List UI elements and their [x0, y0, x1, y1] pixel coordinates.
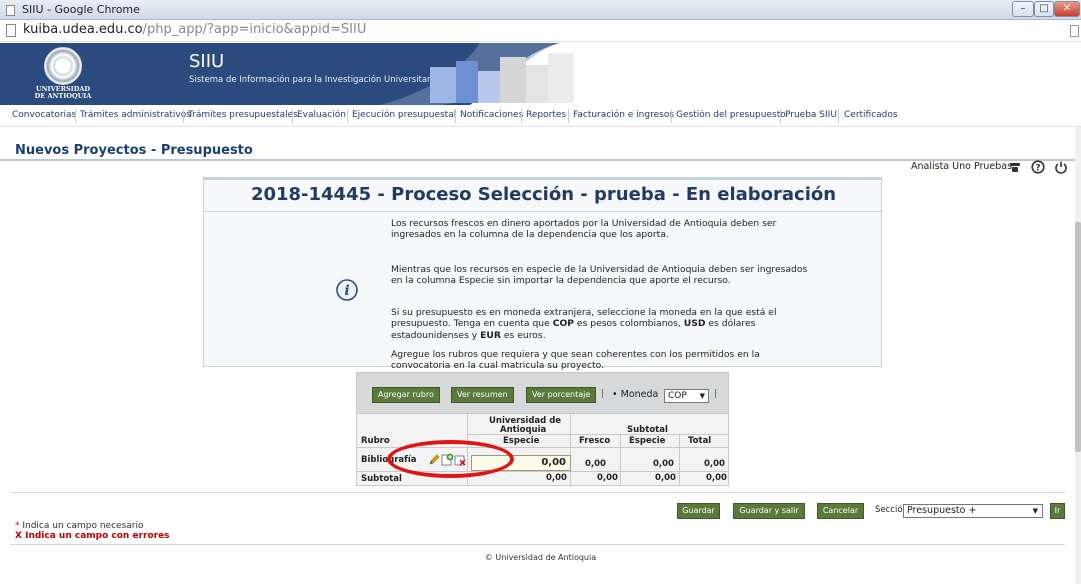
url-text[interactable]: kuiba.udea.edu.co/php_app/?app=inicio&ap…	[23, 22, 366, 37]
especie-subtotal-value: 0,00	[653, 459, 674, 469]
cubes-graphic	[430, 53, 574, 103]
toolbar-separator: |	[601, 389, 605, 399]
help-icon[interactable]: ?	[1031, 160, 1045, 174]
project-heading: 2018-14445 - Proceso Selección - prueba …	[250, 184, 837, 205]
page-scrollbar[interactable]	[1075, 127, 1081, 584]
footer-copyright: © Universidad de Antioquia	[484, 553, 597, 562]
go-button[interactable]: Ir	[1050, 503, 1065, 519]
url-host: kuiba.udea.edu.co	[23, 22, 143, 37]
currency-label: • Moneda	[612, 389, 659, 400]
header-especie: Especie	[503, 436, 540, 446]
dropdown-arrow-icon: ▼	[699, 392, 705, 400]
error-field-note: X Indica un campo con errores	[15, 531, 170, 541]
maximize-button[interactable]: □	[1034, 1, 1054, 17]
highlight-annotation	[387, 440, 514, 478]
subtotal-label: Subtotal	[361, 474, 402, 484]
university-name: UNIVERSIDAD DE ANTIOQUIA	[34, 85, 92, 100]
svg-text:i: i	[344, 283, 349, 299]
save-exit-button[interactable]: Guardar y salir	[733, 503, 805, 519]
menu-item-tramites-presupuestales[interactable]: Trámites presupuestales	[188, 110, 298, 120]
info-paragraph-fresh: Los recursos frescos en dinero aportados…	[391, 218, 777, 241]
required-field-note: * Indica un campo necesario	[15, 521, 144, 531]
university-seal-icon	[44, 47, 82, 85]
view-summary-button[interactable]: Ver resumen	[451, 387, 514, 403]
subtotal-especie-sub: 0,00	[655, 473, 676, 483]
user-role-icon[interactable]	[1008, 160, 1022, 174]
save-button[interactable]: Guardar	[677, 503, 720, 519]
menu-item-ejecucion-presupuestal[interactable]: Ejecución presupuestal	[352, 110, 456, 120]
view-percentage-button[interactable]: Ver porcentaje	[526, 387, 597, 403]
svg-text:?: ?	[1035, 163, 1040, 173]
menu-item-gestion-presupuesto[interactable]: Gestión del presupuesto	[676, 110, 786, 120]
url-path: /php_app/?app=inicio&appid=SIIU	[142, 22, 367, 37]
browser-title-bar: SIIU - Google Chrome – □ ✕	[0, 0, 1081, 20]
user-name: Analista Uno Pruebas	[911, 161, 1013, 172]
minimize-button[interactable]: –	[1012, 1, 1034, 17]
menu-item-facturacion-ingresos[interactable]: Facturación e ingresos	[573, 110, 674, 120]
header-fresco: Fresco	[579, 436, 611, 446]
header-total: Total	[688, 436, 712, 446]
info-paragraph-especie: Mientras que los recursos en especie de …	[391, 264, 808, 287]
info-icon: i	[336, 279, 358, 301]
menu-item-notificaciones[interactable]: Notificaciones	[460, 110, 523, 120]
budget-toolbar: Agregar rubro Ver resumen Ver porcentaje…	[357, 373, 728, 413]
total-value: 0,00	[704, 459, 725, 469]
subtotal-total: 0,00	[706, 473, 727, 483]
header-subtotal-group: Subtotal	[627, 425, 668, 435]
info-panel: 2018-14445 - Proceso Selección - prueba …	[203, 177, 883, 371]
menu-item-certificados[interactable]: Certificados	[844, 110, 898, 120]
menu-item-reportes[interactable]: Reportes	[526, 110, 566, 120]
dropdown-arrow-icon: ▼	[1032, 507, 1038, 515]
fresco-value: 0,00	[585, 459, 606, 469]
subtotal-especie: 0,00	[546, 473, 567, 483]
header-especie-subtotal: Especie	[629, 436, 666, 446]
header-rubro: Rubro	[361, 436, 390, 446]
page-icon	[6, 5, 15, 16]
menu-item-tramites-administrativos[interactable]: Trámites administrativos	[80, 110, 191, 120]
section-select[interactable]: Presupuesto + ▼	[903, 504, 1043, 518]
subtotal-fresco: 0,00	[597, 473, 618, 483]
site-banner: UNIVERSIDAD DE ANTIOQUIA SIIU Sistema de…	[0, 43, 1081, 105]
page-title: Nuevos Proyectos - Presupuesto	[15, 143, 253, 158]
main-menu: Convocatorias Trámites administrativos T…	[0, 107, 1081, 127]
app-subtitle: Sistema de Información para la Investiga…	[189, 75, 439, 85]
app-name: SIIU	[189, 51, 225, 72]
add-rubro-button[interactable]: Agregar rubro	[372, 387, 440, 403]
info-paragraph-currency: Si su presupuesto es en moneda extranjer…	[391, 307, 777, 341]
header-antioquia: Antioquia	[500, 425, 547, 435]
menu-item-prueba-siiu[interactable]: Prueba SIIU	[785, 110, 837, 120]
close-window-button[interactable]: ✕	[1054, 1, 1080, 17]
address-bar[interactable]: kuiba.udea.edu.co/php_app/?app=inicio&ap…	[0, 20, 1081, 42]
currency-select[interactable]: COP ▼	[664, 389, 709, 403]
cancel-button[interactable]: Cancelar	[817, 503, 864, 519]
scrollbar-thumb[interactable]	[1075, 222, 1081, 452]
menu-item-evaluacion[interactable]: Evaluación	[297, 110, 346, 120]
toolbar-separator: |	[714, 389, 718, 399]
document-icon[interactable]	[1070, 25, 1079, 37]
university-logo[interactable]: UNIVERSIDAD DE ANTIOQUIA	[22, 47, 104, 103]
page-icon	[6, 24, 16, 37]
info-paragraph-rubros: Agregue los rubros que requiera y que se…	[391, 349, 760, 372]
power-icon[interactable]	[1054, 160, 1068, 174]
menu-item-convocatorias[interactable]: Convocatorias	[12, 110, 76, 120]
window-title: SIIU - Google Chrome	[22, 3, 140, 16]
